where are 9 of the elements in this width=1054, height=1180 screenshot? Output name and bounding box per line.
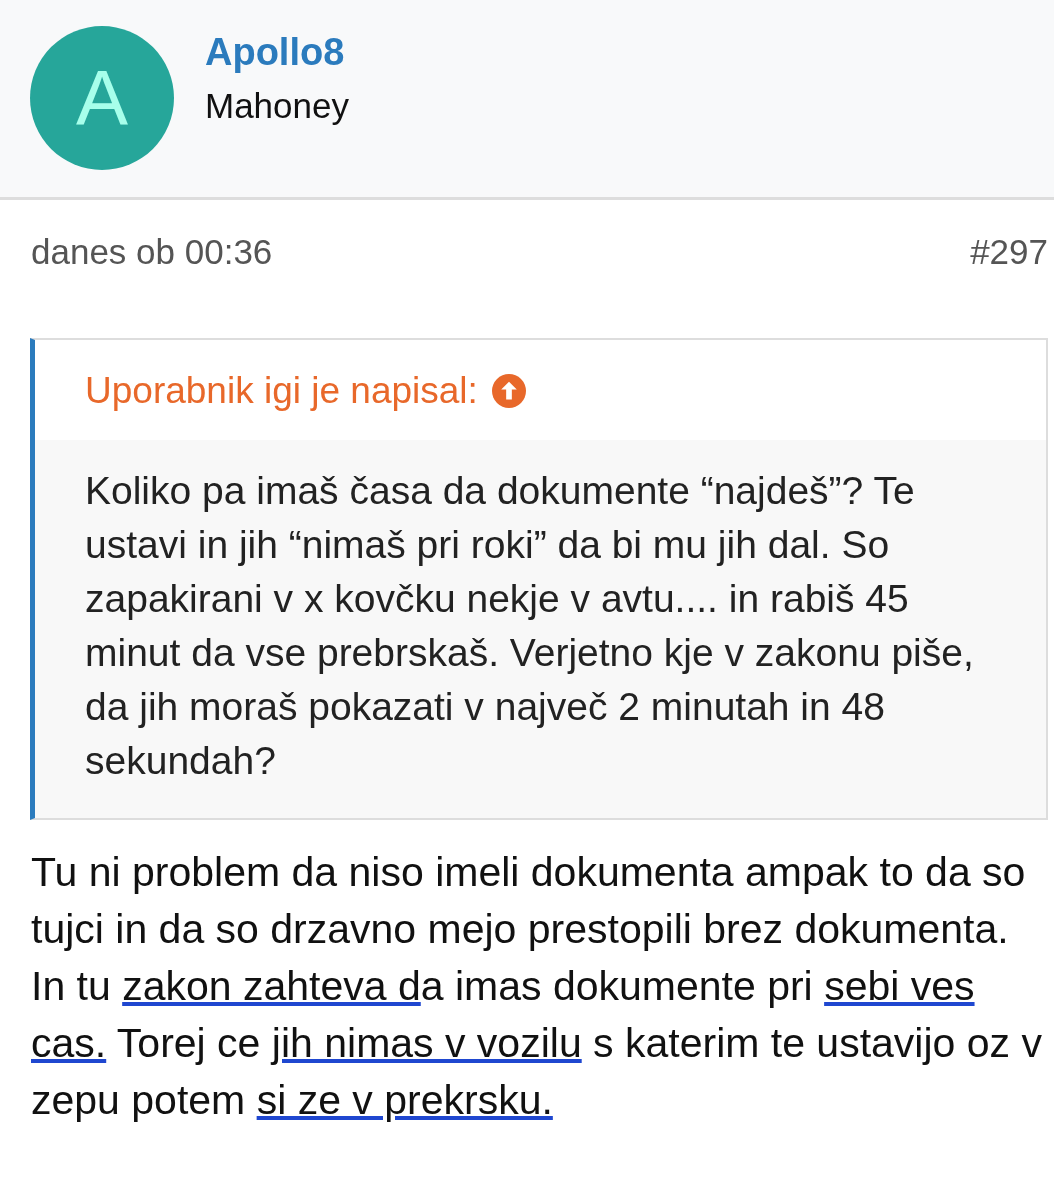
post-number-link[interactable]: #297	[970, 232, 1048, 272]
post-time: danes ob 00:36	[31, 232, 273, 272]
username-link[interactable]: Apollo8	[205, 30, 349, 74]
go-to-quote-icon[interactable]	[491, 374, 526, 408]
reply-text: Tu ni problem da niso imeli dokumenta ampak to da so tujci in da so drzavno mejo prestopili brez dokumenta. In tu zakon zahteva da imas dokumente pri sebi ves cas. Torej ce jih nimas v vozilu s katerim te ustavijo oz v zepu potem si ze v prekrsku.	[31, 848, 1043, 1125]
avatar[interactable]: A	[30, 26, 174, 170]
quote-text: Koliko pa imaš časa da dokumente “najdeš”? Te ustavi in jih “nimaš pri roki” da bi mu jih dal. So zapakirani v x kovčku nekje v avtu.... in rabiš 45 minut da vse prebrskaš. Verjetno kje v zakonu piše, da jih moraš pokazati v največ 2 minutah in 48 sekundah?	[35, 440, 1046, 818]
user-title: Mahoney	[205, 86, 349, 126]
quote-attribution: Uporabnik igi je napisal:	[85, 370, 478, 412]
